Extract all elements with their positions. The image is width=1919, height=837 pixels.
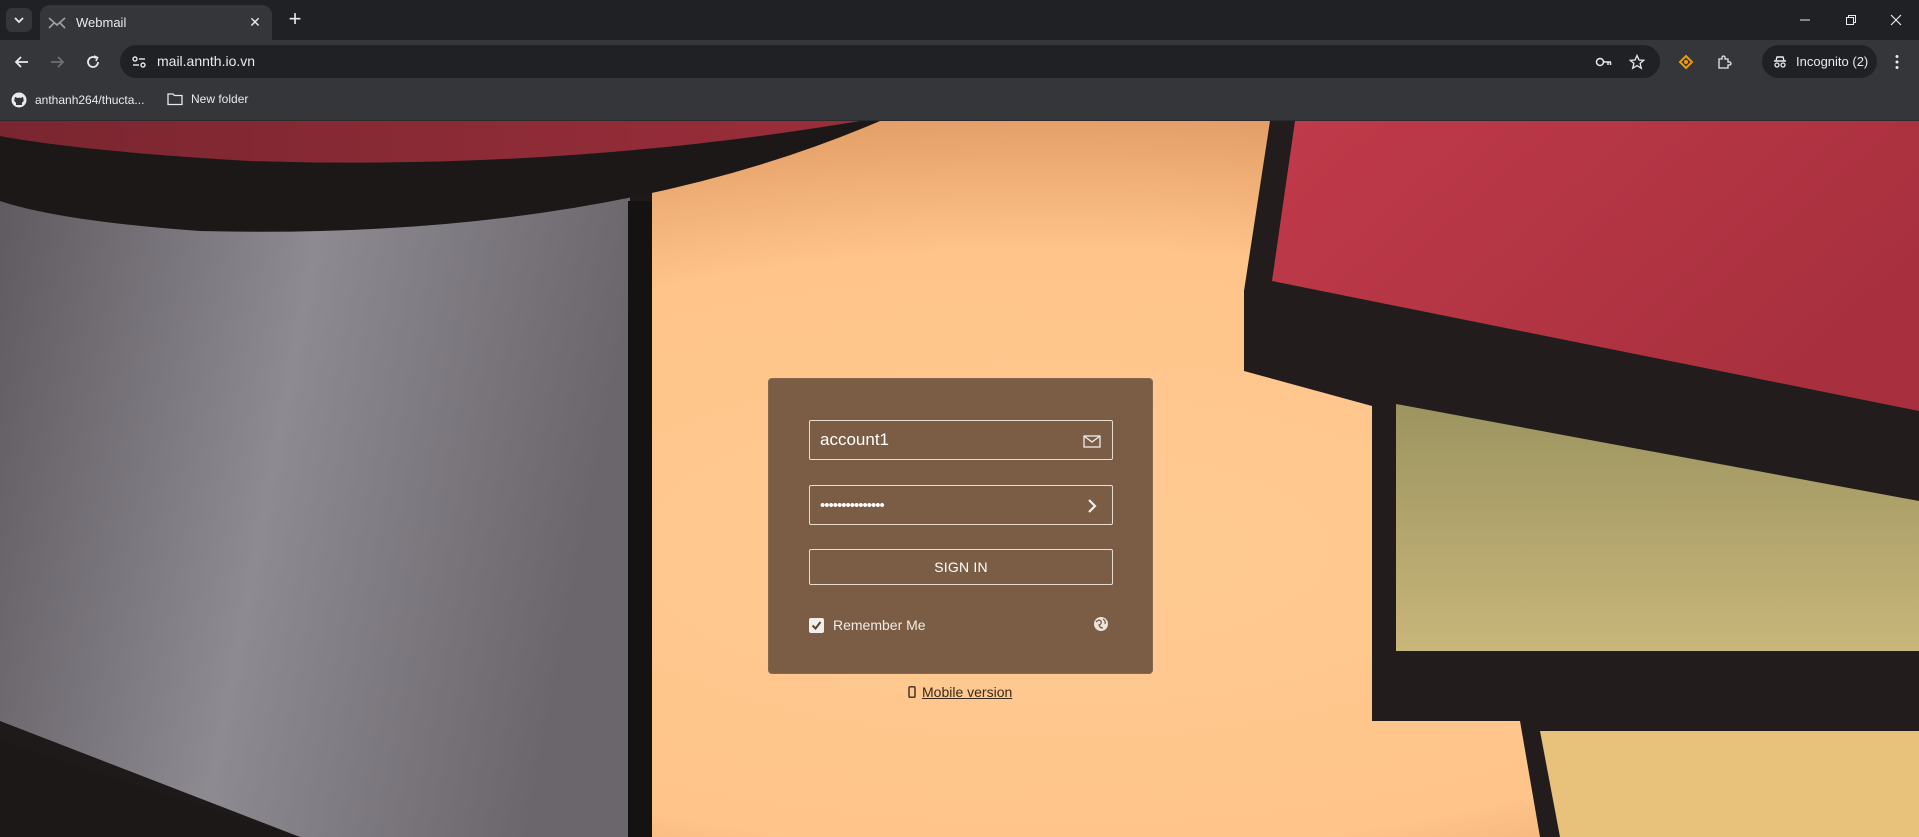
remember-label: Remember Me [833,617,926,633]
minimize-icon [1800,19,1810,21]
address-bar[interactable]: mail.annth.io.vn [120,45,1660,78]
close-icon [1890,14,1902,26]
bookmarks-bar: anthanh264/thucta... New folder [0,83,1919,121]
arrow-left-icon [14,56,28,68]
close-window-button[interactable] [1876,6,1916,34]
reload-icon [87,55,99,68]
phone-icon [908,686,916,698]
browser-menu-button[interactable] [1886,51,1908,73]
bookmark-star-icon[interactable] [1626,51,1648,73]
chevron-right-icon[interactable] [1082,496,1102,516]
back-button[interactable] [8,48,36,76]
sign-in-button[interactable]: SIGN IN [809,549,1113,585]
extensions-puzzle-icon[interactable] [1713,51,1735,73]
browser-toolbar: mail.annth.io.vn Incognito (2) [0,40,1919,83]
incognito-label: Incognito (2) [1796,54,1869,69]
webmail-favicon-icon [48,16,66,29]
remember-checkbox[interactable] [809,617,824,633]
minimize-button[interactable] [1785,6,1825,34]
username-input[interactable] [820,421,1080,459]
tab-webmail[interactable]: Webmail ✕ [40,5,272,40]
envelope-icon [1082,431,1102,451]
incognito-profile-button[interactable]: Incognito (2) [1762,45,1877,78]
password-field-wrapper [809,485,1113,525]
arrow-right-icon [51,56,65,68]
tab-close-icon[interactable]: ✕ [246,13,264,31]
github-icon [11,92,27,108]
url-text[interactable]: mail.annth.io.vn [157,53,255,69]
tab-title: Webmail [76,15,127,30]
chevron-down-icon [14,17,24,24]
new-tab-button[interactable]: + [282,8,308,32]
bookmark-label: anthanh264/thucta... [35,93,145,107]
bookmark-new-folder[interactable]: New folder [167,92,248,106]
bookmark-label: New folder [191,92,249,106]
site-info-icon[interactable] [128,51,150,73]
remember-me[interactable]: Remember Me [809,617,926,633]
folder-icon [167,93,183,106]
checkmark-icon [811,620,822,630]
extension-orange-icon[interactable] [1675,51,1697,73]
reload-button[interactable] [79,48,107,76]
restore-button[interactable] [1831,6,1871,34]
forward-button[interactable] [43,48,71,76]
mobile-version-link[interactable]: Mobile version [908,684,1012,700]
password-input[interactable] [820,486,1080,524]
mobile-version-label[interactable]: Mobile version [922,684,1012,700]
bookmark-github[interactable]: anthanh264/thucta... [11,92,144,108]
kebab-menu-icon [1895,55,1899,69]
password-key-icon[interactable] [1593,51,1615,73]
incognito-icon [1774,55,1786,68]
restore-icon [1846,15,1856,25]
webmail-login-page: SIGN IN Remember Me Mobile version [0,121,1919,837]
browser-tab-strip: Webmail ✕ + [0,0,1919,40]
username-field-wrapper [809,420,1113,460]
tab-search-button[interactable] [6,8,32,32]
globe-icon[interactable] [1092,615,1110,633]
login-panel: SIGN IN Remember Me [768,378,1153,674]
